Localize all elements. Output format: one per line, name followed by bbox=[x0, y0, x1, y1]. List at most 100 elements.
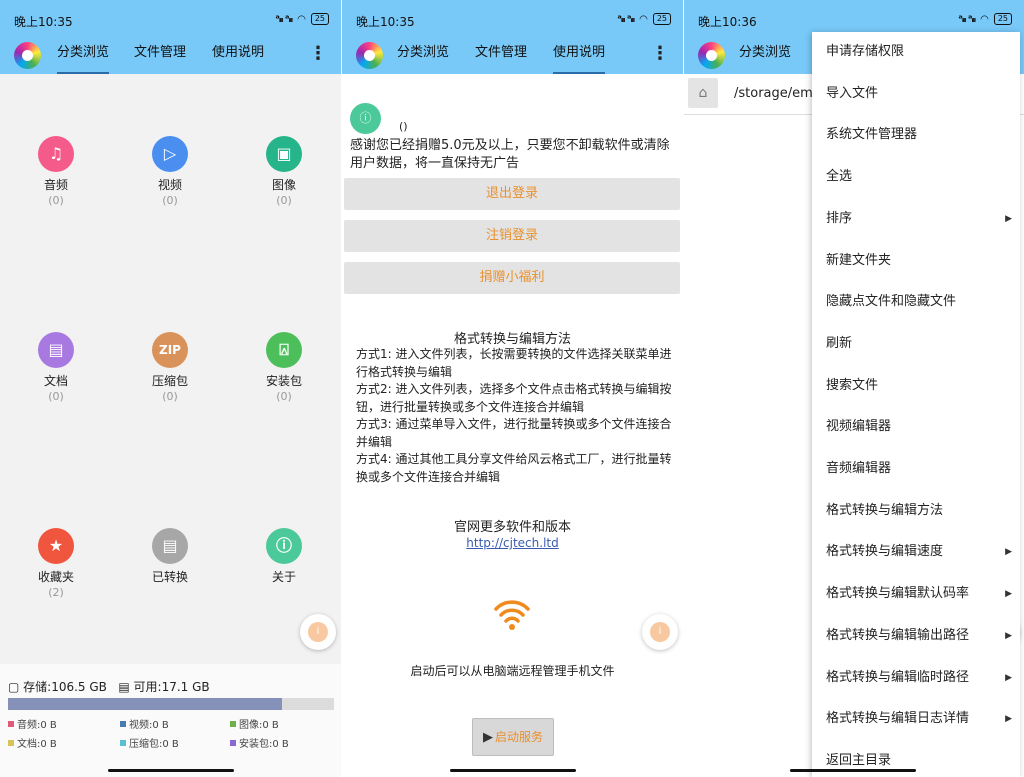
remote-manage-text: 启动后可以从电脑端远程管理手机文件 bbox=[410, 664, 615, 678]
category-count: (0) bbox=[276, 194, 292, 207]
category-label: 安装包 bbox=[265, 374, 302, 388]
battery-icon: 25 bbox=[993, 13, 1012, 25]
submenu-arrow-icon: ▶ bbox=[1005, 630, 1012, 641]
tab-instructions[interactable]: 使用说明 bbox=[553, 44, 606, 74]
category-label: 关于 bbox=[271, 570, 296, 584]
storage-legend-item: 安装包:0 B bbox=[230, 735, 289, 750]
menu-item[interactable]: 搜索文件 bbox=[826, 376, 1016, 396]
submenu-arrow-icon: ▶ bbox=[1005, 672, 1012, 683]
menu-item[interactable]: 系统文件管理器 bbox=[826, 125, 1016, 145]
gesture-bar bbox=[108, 769, 234, 772]
user-name: () bbox=[399, 120, 408, 133]
menu-item[interactable]: 音频编辑器 bbox=[826, 459, 1016, 479]
start-service-button[interactable]: ▶ 启动服务 bbox=[472, 718, 554, 756]
screen-instructions: 晚上10:35 ᵃᵢₗₗ ᵃᵢₗₗ ◠ 25 分类浏览 文件管理 使用说明 ⋮ … bbox=[342, 0, 683, 777]
overflow-menu: 申请存储权限 导入文件系统文件管理器 全选排序 ▶ 新建文件夹隐藏点文件和隐藏文件 刷新搜… bbox=[812, 32, 1020, 777]
menu-item[interactable]: 格式转换与编辑默认码率 ▶ bbox=[826, 584, 1016, 604]
submenu-arrow-icon: ▶ bbox=[1005, 213, 1012, 224]
menu-item[interactable]: 格式转换与编辑临时路径 ▶ bbox=[826, 668, 1016, 688]
menu-item[interactable]: 导入文件 bbox=[826, 84, 1016, 104]
wifi-icon: ◠ bbox=[980, 13, 989, 25]
logout-button[interactable]: 退出登录 bbox=[344, 178, 680, 210]
signal-icon: ᵃᵢₗₗ ᵃᵢₗₗ bbox=[958, 13, 976, 25]
legend-swatch bbox=[120, 740, 126, 746]
donation-perks-button[interactable]: 捐赠小福利 bbox=[344, 262, 680, 294]
home-folder-button[interactable]: ⌂ bbox=[688, 78, 718, 108]
category-apk[interactable]: ⍓ 安装包 (0) bbox=[239, 332, 329, 403]
storage-legend-item: 压缩包:0 B bbox=[120, 735, 179, 750]
gesture-bar bbox=[790, 769, 916, 772]
more-menu-icon[interactable]: ⋮ bbox=[651, 44, 669, 64]
image-icon: ▣ bbox=[266, 136, 302, 172]
storage-legend-item: 文档:0 B bbox=[8, 735, 57, 750]
menu-item[interactable]: 新建文件夹 bbox=[826, 251, 1016, 271]
storage-legend-item: 音频:0 B bbox=[8, 716, 57, 731]
remote-wifi-icon bbox=[494, 600, 530, 630]
app-bar: 分类浏览 文件管理 使用说明 ⋮ bbox=[0, 38, 341, 74]
tab-file-manager[interactable]: 文件管理 bbox=[475, 44, 527, 72]
storage-legend-item: 图像:0 B bbox=[230, 716, 279, 731]
status-time: 晚上10:35 bbox=[356, 15, 415, 29]
menu-item[interactable]: 全选 bbox=[826, 167, 1016, 187]
floating-assist-button[interactable]: i bbox=[642, 614, 678, 650]
storage-usage-bar bbox=[8, 698, 334, 710]
music-note-icon: ♫ bbox=[38, 136, 74, 172]
category-archive[interactable]: ZIP 压缩包 (0) bbox=[125, 332, 215, 403]
home-icon: ⌂ bbox=[698, 85, 708, 101]
tab-category-browse[interactable]: 分类浏览 bbox=[57, 44, 110, 74]
menu-item[interactable]: 返回主目录 bbox=[826, 751, 1016, 771]
category-favorites[interactable]: ★ 收藏夹 (2) bbox=[11, 528, 101, 599]
wifi-icon: ◠ bbox=[639, 13, 648, 25]
category-audio[interactable]: ♫ 音频 (0) bbox=[11, 136, 101, 207]
category-label: 视频 bbox=[157, 178, 182, 192]
more-menu-icon[interactable]: ⋮ bbox=[309, 44, 327, 64]
status-time: 晚上10:35 bbox=[14, 15, 73, 29]
menu-item[interactable]: 排序 ▶ bbox=[826, 209, 1016, 229]
website-link[interactable]: http://cjtech.ltd bbox=[342, 536, 683, 550]
menu-item[interactable]: 格式转换与编辑日志详情 ▶ bbox=[826, 709, 1016, 729]
storage-available: 可用:17.1 GB bbox=[133, 680, 210, 694]
category-about[interactable]: ⓘ 关于 bbox=[239, 528, 329, 586]
android-icon: ⍓ bbox=[266, 332, 302, 368]
category-document[interactable]: ▤ 文档 (0) bbox=[11, 332, 101, 403]
wifi-icon: ◠ bbox=[297, 13, 306, 25]
storage-usage-fill bbox=[8, 698, 282, 710]
legend-swatch bbox=[120, 721, 126, 727]
menu-item[interactable]: 视频编辑器 bbox=[826, 417, 1016, 437]
battery-icon: 25 bbox=[310, 13, 329, 25]
donation-thanks-text: 感谢您已经捐赠5.0元及以上，只要您不卸载软件或清除用户数据，将一直保持无广告 bbox=[350, 138, 670, 171]
howto-line: 方式1: 进入文件列表，长按需要转换的文件选择关联菜单进行格式转换与编辑 bbox=[356, 347, 672, 379]
category-label: 已转换 bbox=[151, 570, 188, 584]
menu-item[interactable]: 格式转换与编辑方法 bbox=[826, 501, 1016, 521]
tab-instructions[interactable]: 使用说明 bbox=[212, 44, 264, 72]
deregister-button[interactable]: 注销登录 bbox=[344, 220, 680, 252]
tab-category-browse[interactable]: 分类浏览 bbox=[739, 44, 791, 72]
legend-swatch bbox=[8, 721, 14, 727]
category-video[interactable]: ▷ 视频 (0) bbox=[125, 136, 215, 207]
category-count: (0) bbox=[162, 390, 178, 403]
howto-line: 方式2: 进入文件列表，选择多个文件点击格式转换与编辑按钮，进行批量转换或多个文… bbox=[356, 382, 672, 414]
submenu-arrow-icon: ▶ bbox=[1005, 714, 1012, 725]
menu-item[interactable]: 隐藏点文件和隐藏文件 bbox=[826, 292, 1016, 312]
play-icon: ▷ bbox=[152, 136, 188, 172]
tab-file-manager[interactable]: 文件管理 bbox=[134, 44, 186, 72]
menu-item[interactable]: 申请存储权限 bbox=[826, 42, 1016, 62]
menu-item[interactable]: 格式转换与编辑输出路径 ▶ bbox=[826, 626, 1016, 646]
screen-category-browse: 晚上10:35 ᵃᵢₗₗ ᵃᵢₗₗ ◠ 25 分类浏览 文件管理 使用说明 ⋮ … bbox=[0, 0, 341, 777]
floating-assist-button[interactable]: i bbox=[300, 614, 336, 650]
howto-title: 格式转换与编辑方法 bbox=[453, 332, 571, 347]
signal-icon: ᵃᵢₗₗ ᵃᵢₗₗ bbox=[617, 13, 635, 25]
legend-swatch bbox=[230, 721, 236, 727]
category-image[interactable]: ▣ 图像 (0) bbox=[239, 136, 329, 207]
submenu-arrow-icon: ▶ bbox=[1005, 589, 1012, 600]
app-bar: 分类浏览 文件管理 使用说明 ⋮ bbox=[342, 38, 683, 74]
available-icon: ▤ bbox=[118, 680, 130, 694]
tab-category-browse[interactable]: 分类浏览 bbox=[397, 44, 449, 72]
menu-item[interactable]: 刷新 bbox=[826, 334, 1016, 354]
category-converted[interactable]: ▤ 已转换 bbox=[125, 528, 215, 586]
storage-summary: ▢ 存储:106.5 GB ▤ 可用:17.1 GB 音频:0 B 视频:0 B 图… bbox=[0, 664, 341, 777]
menu-item[interactable]: 格式转换与编辑速度 ▶ bbox=[826, 542, 1016, 562]
category-count: (2) bbox=[48, 586, 64, 599]
screen-file-manager-menu: 晚上10:36 ᵃᵢₗₗ ᵃᵢₗₗ ◠ 25 分类浏览 ⌂ /storage/e… bbox=[684, 0, 1024, 777]
category-count: (0) bbox=[48, 390, 64, 403]
